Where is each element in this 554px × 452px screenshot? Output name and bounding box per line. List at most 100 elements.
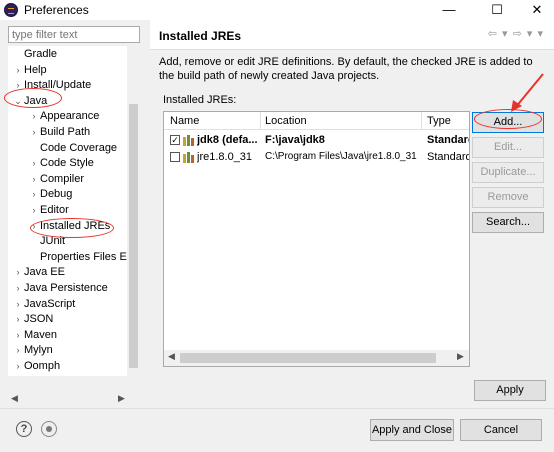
tree-item-label: Gradle xyxy=(24,48,58,60)
column-location[interactable]: Location xyxy=(265,115,307,127)
tree-item[interactable]: › Mylyn xyxy=(12,343,53,358)
tree-item-label: Oomph xyxy=(24,360,61,372)
annotation-ellipse-installed-jres xyxy=(30,218,114,238)
maximize-button[interactable]: ☐ xyxy=(480,0,514,20)
tree-item-label: Java EE xyxy=(24,266,65,279)
jre-list-label: Installed JREs: xyxy=(163,94,237,106)
tree-scrollbar[interactable] xyxy=(127,46,140,376)
table-header: Name Location Type xyxy=(164,112,469,130)
chevron-right-icon[interactable]: › xyxy=(28,203,40,218)
table-scroll-thumb[interactable] xyxy=(180,353,436,363)
chevron-right-icon[interactable]: › xyxy=(28,172,40,187)
tree-item[interactable]: › JSON xyxy=(12,312,54,327)
tree-hscrollbar[interactable]: ◀ ▶ xyxy=(8,392,140,404)
table-row[interactable]: jre1.8.0_31 C:\Program Files\Java\jre1.8.… xyxy=(164,149,470,166)
tree-item-label: Editor xyxy=(40,204,69,216)
tree-item-label: JSON xyxy=(24,313,54,326)
preferences-import-icon[interactable] xyxy=(41,421,57,437)
chevron-right-icon[interactable]: › xyxy=(28,125,40,140)
tree-item-label: Mylyn xyxy=(24,344,53,357)
chevron-right-icon[interactable]: › xyxy=(12,375,24,376)
apply-and-close-button[interactable]: Apply and Close xyxy=(370,419,454,441)
cell-type: Standard xyxy=(427,134,470,146)
chevron-right-icon[interactable]: › xyxy=(28,187,40,202)
scroll-left-icon[interactable]: ◀ xyxy=(168,351,175,362)
edit-button[interactable]: Edit... xyxy=(472,137,544,158)
close-button[interactable]: ✕ xyxy=(520,0,554,20)
tree-item-label: Compiler xyxy=(40,172,85,185)
search-button[interactable]: Search... xyxy=(472,212,544,233)
tree-item[interactable]: Properties Files Ed xyxy=(28,250,133,265)
tree-item[interactable]: Gradle xyxy=(12,47,57,62)
tree-item[interactable]: › Oomph xyxy=(12,359,61,374)
scroll-right-icon[interactable]: ▶ xyxy=(118,393,125,404)
chevron-right-icon[interactable]: › xyxy=(12,343,24,358)
table-row[interactable]: ✓ jdk8 (defa... F:\java\jdk8 Standard xyxy=(164,132,470,149)
help-icon[interactable]: ? xyxy=(16,421,32,437)
tree-item-label: Help xyxy=(24,63,47,76)
scroll-right-icon[interactable]: ▶ xyxy=(457,351,464,362)
apply-button[interactable]: Apply xyxy=(474,380,546,401)
minimize-button[interactable]: — xyxy=(432,0,466,20)
tree-scroll-thumb[interactable] xyxy=(129,104,138,368)
tree-item-label: Java Persistence xyxy=(24,282,108,294)
cancel-button[interactable]: Cancel xyxy=(460,419,542,441)
library-icon xyxy=(183,152,194,163)
tree-item[interactable]: Code Coverage xyxy=(28,141,117,156)
jre-checkbox[interactable] xyxy=(170,152,180,162)
duplicate-button[interactable]: Duplicate... xyxy=(472,162,544,183)
column-type[interactable]: Type xyxy=(427,115,451,127)
chevron-right-icon[interactable]: › xyxy=(12,63,24,78)
tree-item-label: Code Style xyxy=(40,157,94,170)
annotation-arrow xyxy=(511,73,544,112)
tree-item-label: Properties Files Ed xyxy=(40,250,133,263)
history-nav[interactable]: ⇦ ▾ ⇨ ▾ ▾ xyxy=(488,27,544,40)
tree-item[interactable]: › Editor xyxy=(28,203,69,218)
cell-type: Standard xyxy=(427,151,470,163)
jre-checkbox[interactable]: ✓ xyxy=(170,135,180,145)
tree-item[interactable]: › Debug xyxy=(28,187,73,202)
filter-input[interactable] xyxy=(8,26,140,43)
page-title: Installed JREs xyxy=(159,29,242,43)
chevron-right-icon[interactable]: › xyxy=(12,328,24,343)
chevron-right-icon[interactable]: › xyxy=(28,156,40,171)
chevron-right-icon[interactable]: › xyxy=(12,359,24,374)
window-title: Preferences xyxy=(24,3,89,17)
cell-name: jdk8 (defa... xyxy=(197,134,258,146)
cell-name: jre1.8.0_31 xyxy=(197,151,253,163)
tree-item-label: Code Coverage xyxy=(40,141,118,154)
tree-item[interactable]: › Maven xyxy=(12,328,58,343)
remove-button[interactable]: Remove xyxy=(472,187,544,208)
annotation-ellipse-java xyxy=(4,88,62,108)
tree-item[interactable]: › Code Style xyxy=(28,156,94,171)
tree-item[interactable]: › Appearance xyxy=(28,109,100,124)
tree-item[interactable]: ›Plug-in Development xyxy=(12,375,126,377)
column-name[interactable]: Name xyxy=(170,115,199,127)
chevron-right-icon[interactable]: › xyxy=(12,281,24,296)
tree-item[interactable]: › Build Path xyxy=(28,125,91,140)
jre-table: Name Location Type ✓ jdk8 (defa... F:\java… xyxy=(163,111,470,367)
scroll-left-icon[interactable]: ◀ xyxy=(11,393,18,404)
window-titlebar: Preferences — ☐ ✕ xyxy=(0,0,554,20)
page-description: Add, remove or edit JRE definitions. By … xyxy=(159,56,533,82)
tree-item-label: Debug xyxy=(40,188,73,201)
chevron-right-icon[interactable]: › xyxy=(28,109,40,124)
preference-page: Installed JREs ⇦ ▾ ⇨ ▾ ▾ Add, remove or … xyxy=(150,20,554,408)
tree-item-label: JavaScript xyxy=(24,297,76,310)
chevron-right-icon[interactable]: › xyxy=(12,297,24,312)
cell-location: F:\java\jdk8 xyxy=(265,134,325,146)
dialog-footer: ? Apply and Close Cancel xyxy=(0,408,554,452)
tree-item[interactable]: › Java Persistence xyxy=(12,281,108,296)
cell-location: C:\Program Files\Java\jre1.8.0_31 xyxy=(265,151,417,162)
tree-item[interactable]: › Java EE xyxy=(12,265,65,280)
eclipse-icon xyxy=(4,3,18,17)
tree-item[interactable]: › JavaScript xyxy=(12,297,76,312)
tree-item-label: Build Path xyxy=(40,126,91,138)
chevron-right-icon[interactable]: › xyxy=(12,312,24,327)
library-icon xyxy=(183,135,194,146)
tree-item[interactable]: › Help xyxy=(12,63,47,78)
table-hscrollbar[interactable]: ◀ ▶ xyxy=(164,350,469,366)
tree-item-label: Appearance xyxy=(40,110,100,123)
chevron-right-icon[interactable]: › xyxy=(12,265,24,280)
tree-item[interactable]: › Compiler xyxy=(28,172,85,187)
